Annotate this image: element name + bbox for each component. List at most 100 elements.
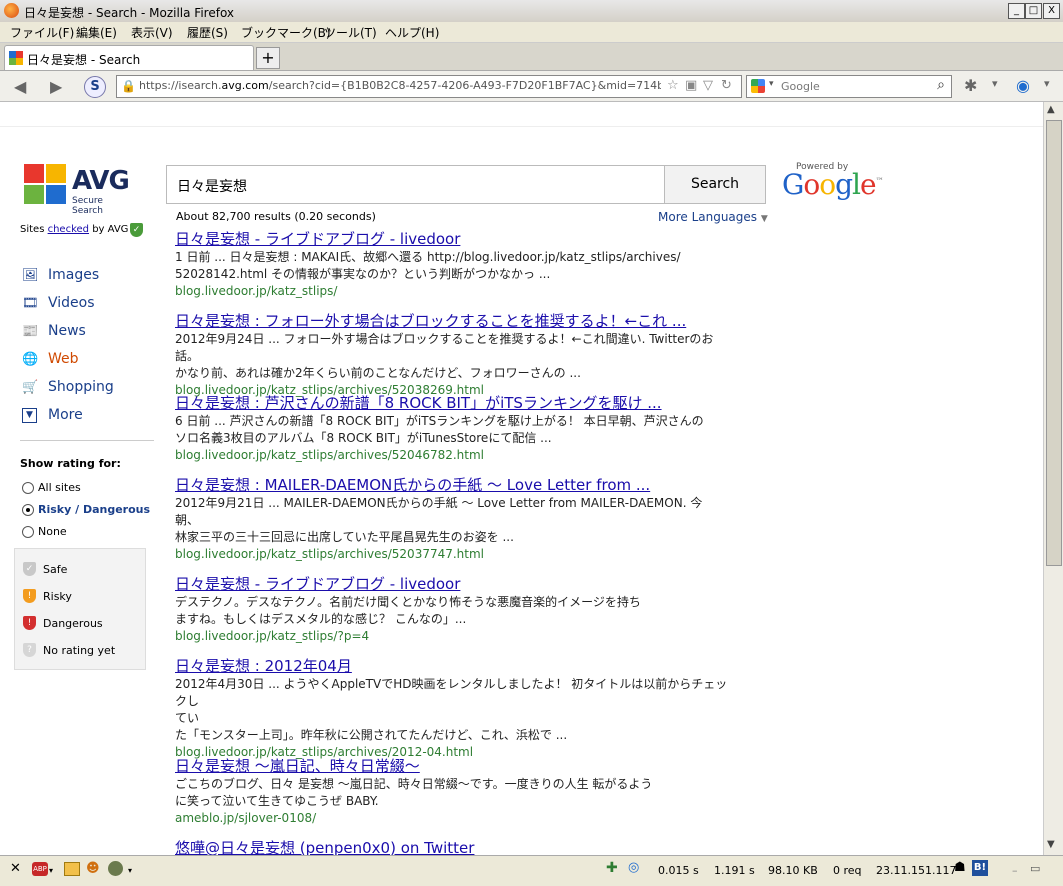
engine-dropdown-icon[interactable]: ▾	[769, 79, 774, 89]
menu-edit[interactable]: 編集(E)	[76, 24, 117, 41]
result-title-link[interactable]: 日々是妄想 : 2012年04月	[175, 657, 735, 676]
window-title: 日々是妄想 - Search - Mozilla Firefox	[24, 6, 235, 20]
tab-current[interactable]: 日々是妄想 - Search	[4, 45, 254, 70]
scroll-thumb[interactable]	[1046, 120, 1062, 566]
owl-icon[interactable]: ☻	[86, 861, 100, 876]
result-snippet: に笑って泣いて生きてゆこうぜ BABY.	[175, 794, 379, 808]
tab-bar: 日々是妄想 - Search +	[0, 43, 1063, 71]
back-arrow-icon[interactable]: ◀	[14, 77, 26, 96]
result-title-link[interactable]: 悠嘩@日々是妄想 (penpen0x0) on Twitter	[175, 839, 735, 855]
result-snippet: デステクノ。デスなテクノ。名前だけ聞くとかなり怖そうな悪魔音楽的イメージを持ち	[175, 595, 641, 609]
show-rating-title: Show rating for:	[20, 457, 121, 470]
result-item: 日々是妄想 : 芦沢さんの新譜「8 ROCK BIT」がiTSランキングを駆け …	[175, 394, 735, 464]
result-title-link[interactable]: 日々是妄想 : 芦沢さんの新譜「8 ROCK BIT」がiTSランキングを駆け …	[175, 394, 735, 413]
result-title-link[interactable]: 日々是妄想 〜嵐日記、時々日常綴〜	[175, 757, 735, 776]
star-icon[interactable]: ☆	[667, 78, 679, 93]
minimize-button[interactable]: _	[1008, 3, 1025, 19]
avg-logo[interactable]: AVG Secure Search	[22, 162, 134, 216]
status-bar: ✕ ABP ▾ ☻ ▾ ✚ ◎ 0.015 s 1.191 s 98.10 KB…	[0, 855, 1063, 886]
result-title-link[interactable]: 日々是妄想 : MAILER-DAEMON氏からの手紙 〜 Love Lette…	[175, 476, 735, 495]
window-titlebar: 日々是妄想 - Search - Mozilla Firefox _ □ X	[0, 0, 1063, 23]
magnifier-icon[interactable]: ⌕	[937, 77, 945, 93]
avg-logo-text: AVG	[72, 166, 130, 196]
close-button[interactable]: X	[1043, 3, 1060, 19]
search-input[interactable]: 日々是妄想	[166, 165, 666, 204]
menu-bookmarks[interactable]: ブックマーク(B)	[241, 24, 331, 41]
sites-checked-link[interactable]: checked	[48, 224, 89, 235]
folder-icon[interactable]	[64, 862, 80, 876]
radio-all-sites[interactable]	[22, 482, 34, 494]
search-engine-box[interactable]: ▾ Google ⌕	[746, 75, 952, 98]
result-url: blog.livedoor.jp/katz_stlips/?p=4	[175, 629, 370, 643]
addon-circle-icon[interactable]	[108, 861, 123, 876]
addon-bug-icon[interactable]: ✱	[964, 76, 977, 95]
chat-icon[interactable]: ▭	[1030, 862, 1040, 875]
user-icon[interactable]: ☗	[954, 860, 966, 875]
s-addon-icon[interactable]: S	[84, 76, 106, 98]
radio-none[interactable]	[22, 526, 34, 538]
menu-history[interactable]: 履歴(S)	[187, 24, 228, 41]
scroll-down-arrow-icon[interactable]: ▼	[1047, 839, 1055, 850]
status-time-2: 1.191 s	[714, 864, 755, 877]
result-snippet: ソロ名義3枚目のアルバム「8 ROCK BIT」がiTunesStoreにて配信…	[175, 431, 552, 445]
adblock-dropdown-icon[interactable]: ▾	[49, 866, 53, 875]
menu-file[interactable]: ファイル(F)	[10, 24, 74, 41]
addon-circle-dropdown-icon[interactable]: ▾	[128, 866, 132, 875]
puzzle-icon[interactable]: ✚	[606, 860, 618, 876]
scroll-up-arrow-icon[interactable]: ▲	[1047, 104, 1055, 115]
reader-icon[interactable]: ▣	[685, 78, 697, 93]
result-url: blog.livedoor.jp/katz_stlips/	[175, 284, 338, 298]
status-size: 98.10 KB	[768, 864, 818, 877]
result-title-link[interactable]: 日々是妄想 : フォロー外す場合はブロックすることを推奨するよ！←これ ...	[175, 312, 735, 331]
shopping-cart-icon: 🛒	[22, 380, 39, 395]
avg-logo-subtitle: Secure Search	[72, 196, 103, 216]
result-item: 日々是妄想 : MAILER-DAEMON氏からの手紙 〜 Love Lette…	[175, 476, 735, 563]
menu-tools[interactable]: ツール(T)	[324, 24, 377, 41]
result-item: 日々是妄想 : フォロー外す場合はブロックすることを推奨するよ！←これ ... …	[175, 312, 735, 399]
forward-arrow-icon[interactable]: ▶	[50, 77, 62, 96]
sidebar-divider	[20, 440, 154, 441]
vertical-scrollbar[interactable]: ▲ ▼	[1043, 102, 1063, 855]
result-item: 日々是妄想 〜嵐日記、時々日常綴〜 ごこちのブログ、日々 是妄想 〜嵐日記、時々…	[175, 757, 735, 827]
result-snippet: 林家三平の三十三回忌に出席していた平尾昌晃先生のお姿を ...	[175, 530, 514, 544]
result-snippet: かなり前、あれは確か2年くらい前のことなんだけど、フォロワーさんの ...	[175, 366, 581, 380]
chevron-down-icon: ▼	[760, 214, 768, 224]
menu-help[interactable]: ヘルプ(H)	[385, 24, 439, 41]
adblock-icon[interactable]: ABP	[32, 862, 48, 876]
result-snippet: ますね。もしくはデスメタル的な感じ？ こんなの」...	[175, 612, 467, 626]
search-button[interactable]: Search	[664, 165, 766, 204]
unrated-shield-icon: ?	[23, 643, 36, 657]
reload-icon[interactable]: ↻	[721, 78, 732, 93]
result-snippet: 2012年9月24日 ... フォロー外す場合はブロックすることを推奨するよ！←…	[175, 332, 714, 363]
globe-icon[interactable]: ◉	[1016, 76, 1030, 95]
menu-view[interactable]: 表示(V)	[131, 24, 173, 41]
tab-label: 日々是妄想 - Search	[27, 53, 141, 67]
globe-dropdown-icon[interactable]: ▾	[1044, 77, 1050, 90]
more-languages-link[interactable]: More Languages ▼	[658, 210, 768, 224]
menu-bar: ファイル(F) 編集(E) 表示(V) 履歴(S) ブックマーク(B) ツール(…	[0, 22, 1063, 43]
result-snippet: ごこちのブログ、日々 是妄想 〜嵐日記、時々日常綴〜です。一度きりの人生 転がる…	[175, 777, 653, 791]
url-bar[interactable]: 🔒 https://isearch.avg.com/search?cid={B1…	[116, 75, 742, 98]
result-item: 悠嘩@日々是妄想 (penpen0x0) on Twitter	[175, 839, 735, 855]
b-addon-icon[interactable]: B!	[972, 860, 988, 876]
network-globe-icon[interactable]: ◎	[628, 860, 639, 875]
minus-icon[interactable]: –	[1012, 864, 1018, 877]
new-tab-button[interactable]: +	[256, 47, 280, 69]
result-snippet: 52028142.html その情報が事実なのか？という判断がつかなかっ ...	[175, 267, 551, 281]
avg-check-shield-icon: ✓	[130, 223, 143, 237]
status-requests: 0 req	[833, 864, 862, 877]
dangerous-shield-icon: !	[23, 616, 36, 630]
radio-risky-dangerous[interactable]	[22, 504, 34, 516]
result-snippet: 1 日前 ... 日々是妄想 : MAKAI氏、故郷へ還る http://blo…	[175, 250, 681, 264]
addon-dropdown-icon[interactable]: ▾	[992, 77, 998, 90]
page-content: AVG Secure Search Sites checked by AVG ✓…	[0, 102, 1043, 855]
google-logo: Google™	[782, 168, 884, 201]
dropdown-icon[interactable]: ▽	[703, 78, 713, 93]
close-icon[interactable]: ✕	[10, 861, 21, 876]
result-title-link[interactable]: 日々是妄想 - ライブドアブログ - livedoor	[175, 575, 735, 594]
risky-shield-icon: !	[23, 589, 36, 603]
maximize-button[interactable]: □	[1025, 3, 1042, 19]
result-title-link[interactable]: 日々是妄想 - ライブドアブログ - livedoor	[175, 230, 735, 249]
firefox-icon	[4, 3, 19, 18]
avg-favicon-icon	[9, 51, 23, 65]
